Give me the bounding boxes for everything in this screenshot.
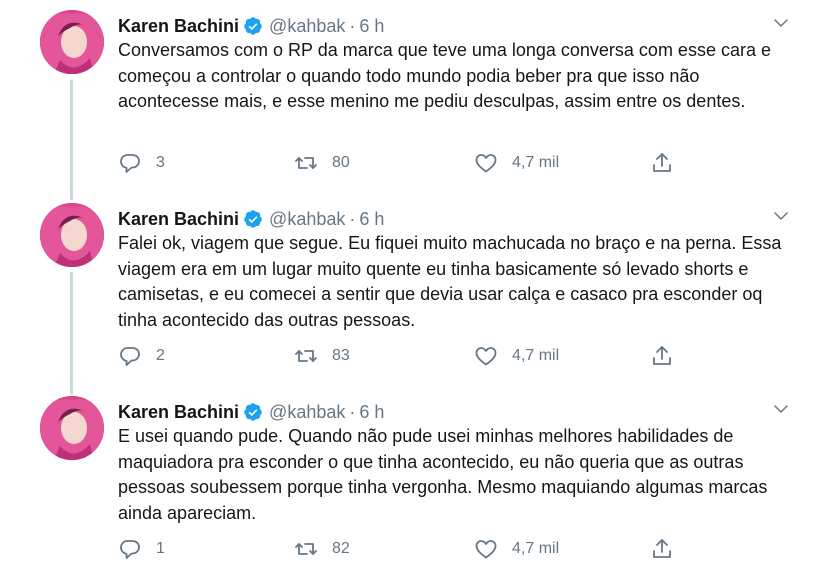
reply-icon <box>120 347 140 366</box>
tweet-header: Karen Bachini @kahbak · 6 h <box>118 398 384 426</box>
separator: · <box>349 15 356 36</box>
tweet[interactable]: Karen Bachini @kahbak · 6 h Falei ok, vi… <box>0 197 822 387</box>
retweet-count: 83 <box>332 347 350 364</box>
retweet-count: 82 <box>332 540 350 557</box>
retweet-button[interactable]: 80 <box>294 151 350 175</box>
tweet-header: Karen Bachini @kahbak · 6 h <box>118 12 384 40</box>
timestamp[interactable]: 6 h <box>359 209 384 230</box>
chevron-down-icon[interactable] <box>772 400 790 418</box>
avatar[interactable] <box>40 10 104 74</box>
retweet-count: 80 <box>332 154 350 171</box>
author-name[interactable]: Karen Bachini <box>118 402 239 423</box>
author-name[interactable]: Karen Bachini <box>118 16 239 37</box>
share-button[interactable] <box>650 151 674 175</box>
tweet-text: Conversamos com o RP da marca que teve u… <box>118 40 771 111</box>
heart-icon <box>475 154 497 173</box>
reply-count: 2 <box>156 347 165 364</box>
reply-button[interactable]: 3 <box>118 151 165 175</box>
author-name[interactable]: Karen Bachini <box>118 209 239 230</box>
heart-icon <box>475 540 497 559</box>
chevron-down-icon[interactable] <box>772 207 790 225</box>
tweet-actions: 3 80 4,7 mil <box>118 151 718 175</box>
reply-icon <box>120 154 140 173</box>
timestamp[interactable]: 6 h <box>359 16 384 37</box>
avatar[interactable] <box>40 203 104 267</box>
like-count: 4,7 mil <box>512 540 560 557</box>
like-button[interactable]: 4,7 mil <box>474 151 559 175</box>
retweet-button[interactable]: 82 <box>294 537 350 561</box>
tweet-header: Karen Bachini @kahbak · 6 h <box>118 205 384 233</box>
author-handle[interactable]: @kahbak <box>269 402 345 423</box>
share-button[interactable] <box>650 344 674 368</box>
share-icon <box>653 153 671 172</box>
timestamp[interactable]: 6 h <box>359 402 384 423</box>
like-count: 4,7 mil <box>512 154 560 171</box>
tweet-text: E usei quando pude. Quando não pude usei… <box>118 426 768 523</box>
like-count: 4,7 mil <box>512 347 560 364</box>
share-button[interactable] <box>650 537 674 561</box>
heart-icon <box>475 347 497 366</box>
avatar[interactable] <box>40 396 104 460</box>
retweet-button[interactable]: 83 <box>294 344 350 368</box>
retweet-icon <box>295 543 317 555</box>
tweet-thread: Karen Bachini @kahbak · 6 h Conversamos … <box>0 0 822 576</box>
tweet-text: Falei ok, viagem que segue. Eu fiquei mu… <box>118 233 782 330</box>
verified-badge-icon <box>244 17 262 35</box>
retweet-icon <box>295 350 317 362</box>
reply-count: 3 <box>156 154 165 171</box>
separator: · <box>349 401 356 422</box>
separator: · <box>349 208 356 229</box>
tweet[interactable]: Karen Bachini @kahbak · 6 h Conversamos … <box>0 4 822 194</box>
chevron-down-icon[interactable] <box>772 14 790 32</box>
author-handle[interactable]: @kahbak <box>269 209 345 230</box>
reply-count: 1 <box>156 540 165 557</box>
like-button[interactable]: 4,7 mil <box>474 537 559 561</box>
share-icon <box>653 346 671 365</box>
tweet-actions: 2 83 4,7 mil <box>118 344 718 368</box>
like-button[interactable]: 4,7 mil <box>474 344 559 368</box>
verified-badge-icon <box>244 210 262 228</box>
reply-button[interactable]: 1 <box>118 537 165 561</box>
share-icon <box>653 539 671 558</box>
reply-icon <box>120 540 140 559</box>
tweet[interactable]: Karen Bachini @kahbak · 6 h E usei quand… <box>0 390 822 576</box>
author-handle[interactable]: @kahbak <box>269 16 345 37</box>
reply-button[interactable]: 2 <box>118 344 165 368</box>
tweet-actions: 1 82 4,7 mil <box>118 537 718 561</box>
verified-badge-icon <box>244 403 262 421</box>
retweet-icon <box>295 157 317 169</box>
